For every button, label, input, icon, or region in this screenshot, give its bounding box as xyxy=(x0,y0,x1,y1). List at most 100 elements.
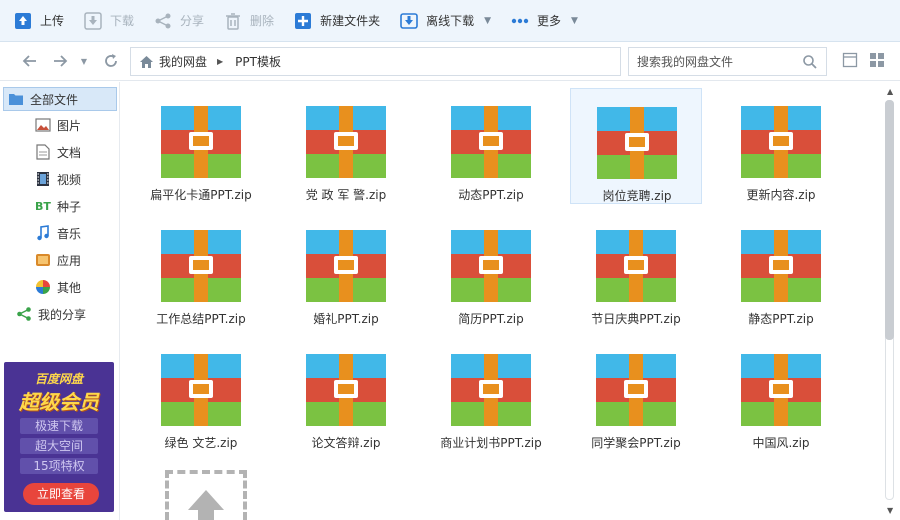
breadcrumb[interactable]: 我的网盘 ▶ PPT模板 xyxy=(130,47,621,76)
file-name[interactable]: 论文答辩.zip xyxy=(270,434,422,451)
file-name[interactable]: 更新内容.zip xyxy=(705,186,857,203)
home-icon[interactable] xyxy=(139,55,154,69)
file-item[interactable]: 工作总结PPT.zip xyxy=(135,212,267,328)
file-name[interactable]: 商业计划书PPT.zip xyxy=(415,434,567,451)
more-button[interactable]: 更多 ▼ xyxy=(511,0,578,42)
zip-archive-icon xyxy=(597,107,677,179)
file-name[interactable]: 工作总结PPT.zip xyxy=(125,310,277,327)
offline-download-icon xyxy=(400,12,418,30)
download-label: 下载 xyxy=(110,14,135,28)
file-name[interactable]: 节日庆典PPT.zip xyxy=(560,310,712,327)
file-item[interactable]: 党 政 军 警.zip xyxy=(280,88,412,204)
file-name[interactable]: 婚礼PPT.zip xyxy=(270,310,422,327)
scroll-down-icon[interactable]: ▼ xyxy=(887,506,893,515)
upload-button[interactable]: 上传 xyxy=(14,0,64,42)
sidebar-item-label: 音乐 xyxy=(57,226,82,241)
promo-feature: 15项特权 xyxy=(20,458,98,474)
delete-button[interactable]: 删除 xyxy=(224,0,274,42)
more-label: 更多 xyxy=(537,14,562,28)
vertical-scrollbar[interactable]: ▲ ▼ xyxy=(882,82,900,520)
file-name[interactable]: 党 政 军 警.zip xyxy=(270,186,422,203)
file-item[interactable]: 静态PPT.zip xyxy=(715,212,847,328)
file-item[interactable]: 扁平化卡通PPT.zip xyxy=(135,88,267,204)
sidebar-item-pictures[interactable]: 图片 xyxy=(0,113,120,137)
share-icon xyxy=(154,12,172,30)
toolbar: 上传 下载 分享 删除 新建文件夹 离线下载 ▼ 更多 ▼ xyxy=(0,0,900,42)
file-name[interactable]: 岗位竞聘.zip xyxy=(561,187,713,204)
zip-archive-icon xyxy=(306,354,386,426)
promo-feature: 超大空间 xyxy=(20,438,98,454)
back-arrow-icon[interactable] xyxy=(20,51,40,71)
file-name[interactable]: 静态PPT.zip xyxy=(705,310,857,327)
breadcrumb-separator-icon: ▶ xyxy=(217,57,224,66)
promo-view-button[interactable]: 立即查看 xyxy=(23,483,99,505)
file-grid: 扁平化卡通PPT.zip 党 政 军 警.zip 动态PPT.zip 岗位竞聘.zip… xyxy=(121,82,881,520)
search-icon[interactable] xyxy=(802,54,818,73)
download-icon xyxy=(84,11,102,30)
file-item[interactable]: 节日庆典PPT.zip xyxy=(570,212,702,328)
share-button[interactable]: 分享 xyxy=(154,0,204,42)
forward-arrow-icon[interactable] xyxy=(50,51,70,71)
trash-icon xyxy=(224,12,242,30)
upload-drop-zone[interactable] xyxy=(165,470,247,520)
upload-arrow-icon xyxy=(188,490,224,520)
scroll-up-icon[interactable]: ▲ xyxy=(887,87,893,96)
search-input[interactable]: 搜索我的网盘文件 xyxy=(628,47,827,76)
offline-download-button[interactable]: 离线下载 ▼ xyxy=(400,0,491,42)
sidebar-item-other[interactable]: 其他 xyxy=(0,275,120,299)
new-folder-button[interactable]: 新建文件夹 xyxy=(294,0,380,42)
file-item[interactable]: 简历PPT.zip xyxy=(425,212,557,328)
download-button[interactable]: 下载 xyxy=(84,0,134,42)
zip-archive-icon xyxy=(161,354,241,426)
breadcrumb-item-root[interactable]: 我的网盘 xyxy=(159,53,207,70)
file-name[interactable]: 扁平化卡通PPT.zip xyxy=(125,186,277,203)
zip-archive-icon xyxy=(161,106,241,178)
file-name[interactable]: 动态PPT.zip xyxy=(415,186,567,203)
file-item[interactable]: 中国风.zip xyxy=(715,336,847,452)
breadcrumb-item-current[interactable]: PPT模板 xyxy=(235,53,281,70)
sidebar-item-label: 种子 xyxy=(57,199,82,214)
list-view-icon[interactable] xyxy=(842,52,860,70)
sidebar-item-music[interactable]: 音乐 xyxy=(0,221,120,245)
file-item[interactable]: 商业计划书PPT.zip xyxy=(425,336,557,452)
file-name[interactable]: 绿色 文艺.zip xyxy=(125,434,277,451)
refresh-icon[interactable] xyxy=(101,51,121,71)
upload-label: 上传 xyxy=(40,14,65,28)
sidebar-item-label: 文档 xyxy=(57,145,82,160)
file-item[interactable]: 论文答辩.zip xyxy=(280,336,412,452)
file-item[interactable]: 更新内容.zip xyxy=(715,88,847,204)
new-folder-label: 新建文件夹 xyxy=(320,14,381,28)
sidebar-item-documents[interactable]: 文档 xyxy=(0,140,120,164)
file-item[interactable]: 婚礼PPT.zip xyxy=(280,212,412,328)
file-item[interactable]: 绿色 文艺.zip xyxy=(135,336,267,452)
vip-promo-banner[interactable]: 百度网盘 超级会员 极速下载 超大空间 15项特权 立即查看 xyxy=(4,362,114,512)
chevron-down-icon[interactable]: ▼ xyxy=(484,16,491,26)
app-icon xyxy=(35,252,51,268)
zip-archive-icon xyxy=(451,354,531,426)
file-item[interactable]: 动态PPT.zip xyxy=(425,88,557,204)
sidebar-item-label: 我的分享 xyxy=(38,307,87,322)
file-item[interactable]: 岗位竞聘.zip xyxy=(570,88,702,204)
upload-icon xyxy=(14,12,32,30)
sidebar-item-label: 图片 xyxy=(57,118,82,133)
file-item[interactable]: 同学聚会PPT.zip xyxy=(570,336,702,452)
file-name[interactable]: 简历PPT.zip xyxy=(415,310,567,327)
other-icon xyxy=(35,279,51,295)
zip-archive-icon xyxy=(451,106,531,178)
video-icon xyxy=(35,171,51,187)
sidebar-item-all-files[interactable]: 全部文件 xyxy=(3,87,117,111)
history-dropdown-icon[interactable]: ▼ xyxy=(74,51,94,71)
scrollbar-thumb[interactable] xyxy=(885,100,894,340)
file-name[interactable]: 中国风.zip xyxy=(705,434,857,451)
sidebar-item-label: 其他 xyxy=(57,280,82,295)
sidebar-item-my-shares[interactable]: 我的分享 xyxy=(0,302,120,326)
offline-download-label: 离线下载 xyxy=(426,14,475,28)
file-name[interactable]: 同学聚会PPT.zip xyxy=(560,434,712,451)
zip-archive-icon xyxy=(741,106,821,178)
chevron-down-icon[interactable]: ▼ xyxy=(571,16,578,26)
sidebar-item-torrents[interactable]: BT 种子 xyxy=(0,194,120,218)
sidebar-item-videos[interactable]: 视频 xyxy=(0,167,120,191)
grid-view-icon[interactable] xyxy=(869,52,887,70)
sidebar-item-apps[interactable]: 应用 xyxy=(0,248,120,272)
delete-label: 删除 xyxy=(250,14,275,28)
